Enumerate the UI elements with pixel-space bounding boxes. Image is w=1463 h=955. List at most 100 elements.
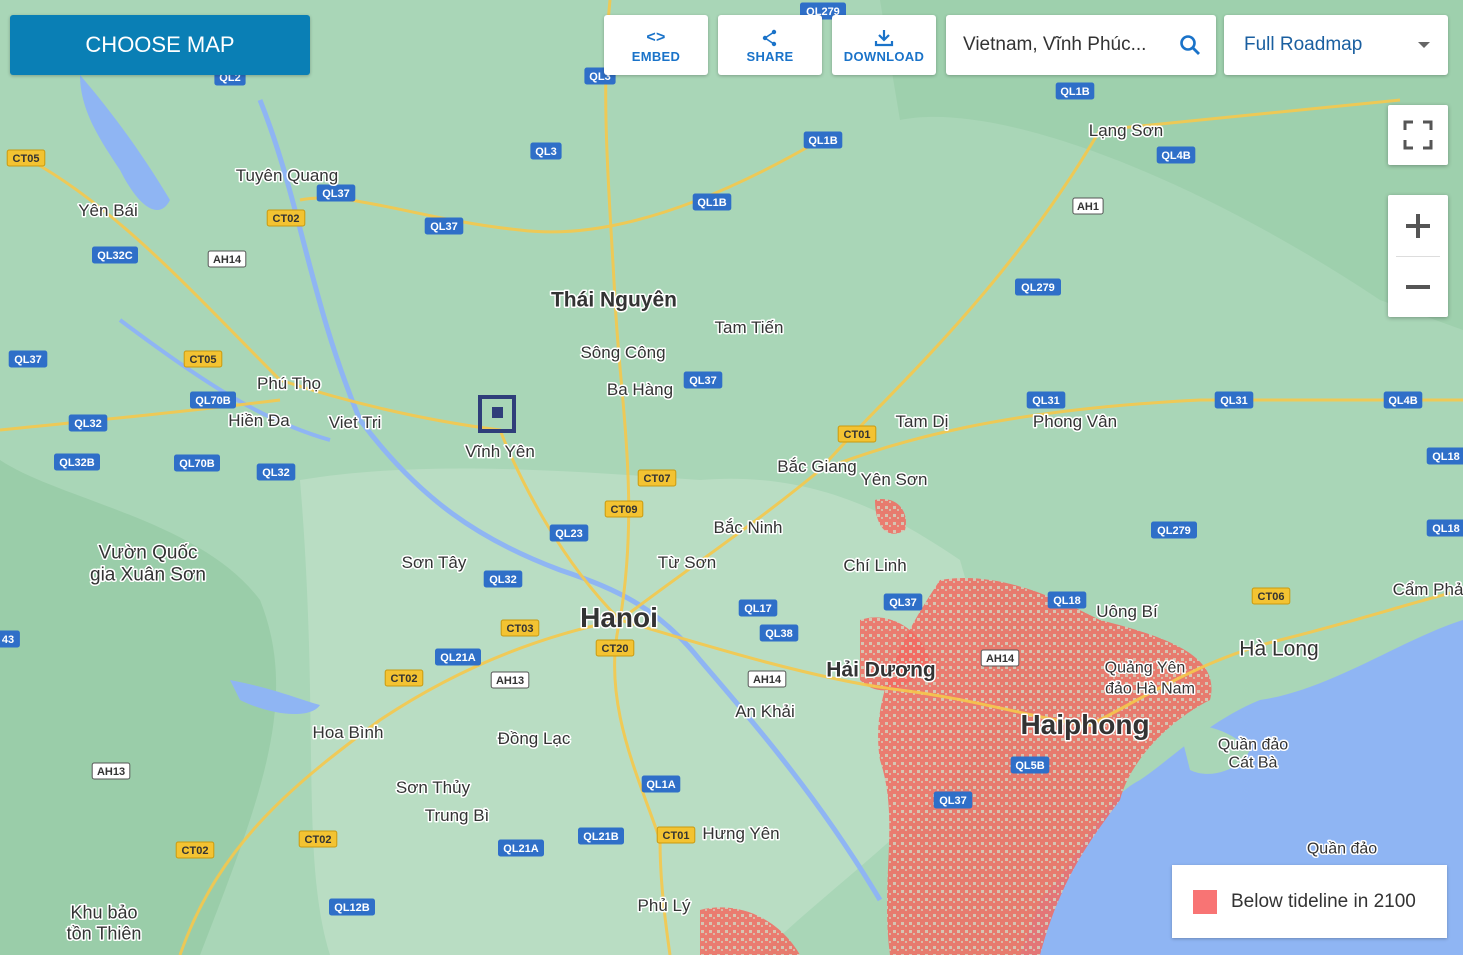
road-shield-label: AH14 bbox=[213, 254, 242, 266]
choose-map-button[interactable]: CHOOSE MAP bbox=[10, 15, 310, 75]
place-label: Khu bảo bbox=[70, 902, 137, 922]
road-shield: QL37 bbox=[8, 350, 48, 368]
place-label: Hải Dương bbox=[826, 658, 935, 681]
road-shield: AH14 bbox=[747, 670, 787, 688]
download-label: DOWNLOAD bbox=[843, 48, 925, 64]
road-shield-label: QL37 bbox=[939, 795, 967, 807]
road-shield-label: CT05 bbox=[190, 354, 217, 366]
search-box bbox=[946, 15, 1216, 75]
road-shield: QL21A bbox=[435, 648, 481, 666]
road-shield: QL18 bbox=[1426, 447, 1463, 465]
road-shield: QL1B bbox=[1055, 82, 1095, 100]
road-shield: QL21B bbox=[578, 827, 624, 845]
road-shield-label: QL37 bbox=[322, 188, 350, 200]
road-shield: QL37 bbox=[683, 371, 723, 389]
road-shield: AH13 bbox=[91, 762, 131, 780]
place-label: Từ Sơn bbox=[658, 553, 716, 572]
road-shield: CT01 bbox=[837, 425, 877, 443]
road-shield-label: QL1B bbox=[808, 135, 837, 147]
place-label: Quảng Yên bbox=[1105, 660, 1186, 677]
road-shield-label: QL37 bbox=[889, 597, 917, 609]
road-shield: AH14 bbox=[207, 250, 247, 268]
place-label: Tam Dị bbox=[896, 412, 949, 431]
road-shield-label: AH13 bbox=[496, 675, 524, 687]
place-label: Hanoi bbox=[580, 602, 658, 633]
road-shield-label: QL32B bbox=[59, 457, 95, 469]
fullscreen-icon bbox=[1403, 120, 1433, 150]
place-label: Tam Tiến bbox=[715, 318, 784, 337]
place-label: Trung Bì bbox=[425, 806, 490, 825]
place-label: An Khải bbox=[735, 702, 795, 721]
search-input[interactable] bbox=[963, 34, 1163, 56]
road-shield-label: QL1A bbox=[646, 779, 675, 791]
road-shield-label: QL1B bbox=[697, 197, 726, 209]
search-icon[interactable] bbox=[1178, 33, 1202, 57]
road-shield: QL31 bbox=[1026, 391, 1066, 409]
road-shield-label: QL3 bbox=[535, 146, 556, 158]
place-label: đảo Hà Nam bbox=[1105, 681, 1195, 698]
road-shield: QL18 bbox=[1047, 591, 1087, 609]
road-shield-label: CT07 bbox=[644, 473, 671, 485]
road-shield-label: QL21B bbox=[583, 831, 619, 843]
road-shield: QL70B bbox=[174, 454, 220, 472]
road-shield-label: QL5B bbox=[1015, 760, 1044, 772]
road-shield-label: AH13 bbox=[97, 766, 125, 778]
place-label: gia Xuân Sơn bbox=[90, 565, 206, 586]
place-label: Yên Bái bbox=[78, 201, 138, 220]
road-shield-label: QL17 bbox=[744, 603, 772, 615]
road-shield: QL32 bbox=[68, 414, 108, 432]
road-shield-label: CT01 bbox=[844, 429, 871, 441]
place-label: Yên Sơn bbox=[861, 470, 928, 489]
plus-icon bbox=[1406, 213, 1430, 238]
place-label: Sơn Tây bbox=[402, 553, 467, 572]
share-button[interactable]: SHARE bbox=[718, 15, 822, 75]
road-shield: CT20 bbox=[595, 639, 635, 657]
place-label: Quần đảo bbox=[1307, 841, 1377, 858]
place-label: Hưng Yên bbox=[702, 824, 779, 843]
road-shield: CT05 bbox=[6, 149, 46, 167]
place-label: Sông Công bbox=[580, 343, 665, 362]
map-legend: Below tideline in 2100 bbox=[1172, 865, 1447, 938]
road-shield-label: QL18 bbox=[1053, 595, 1081, 607]
road-shield-label: AH1 bbox=[1077, 201, 1099, 213]
download-icon bbox=[874, 27, 894, 49]
place-label: Hoa Bình bbox=[313, 723, 384, 742]
place-label: tồn Thiên bbox=[67, 923, 142, 943]
place-label: Vĩnh Yên bbox=[465, 442, 535, 461]
road-shield: CT05 bbox=[183, 350, 223, 368]
chevron-down-icon bbox=[1418, 42, 1430, 48]
road-shield-label: CT06 bbox=[1258, 591, 1285, 603]
embed-button[interactable]: <> EMBED bbox=[604, 15, 708, 75]
road-shield-label: QL32 bbox=[262, 467, 290, 479]
place-label: Sơn Thủy bbox=[396, 778, 471, 797]
road-shield: QL12B bbox=[329, 898, 375, 916]
zoom-out-button[interactable] bbox=[1388, 257, 1448, 317]
road-shield: QL37 bbox=[933, 791, 973, 809]
road-shield-label: CT05 bbox=[13, 153, 40, 165]
place-label: Phong Vân bbox=[1033, 412, 1117, 431]
road-shield-label: CT02 bbox=[305, 834, 332, 846]
map-type-select[interactable]: Full Roadmap bbox=[1224, 15, 1448, 75]
road-shield: CT06 bbox=[1251, 587, 1291, 605]
share-label: SHARE bbox=[746, 48, 794, 64]
road-shield: CT02 bbox=[175, 841, 215, 859]
road-shield: QL32C bbox=[92, 246, 138, 264]
place-label: Cẩm Phả bbox=[1393, 580, 1463, 599]
road-shield-label: QL279 bbox=[1021, 282, 1055, 294]
road-shield-label: CT02 bbox=[182, 845, 209, 857]
map-type-value: Full Roadmap bbox=[1244, 34, 1363, 55]
road-shield: QL37 bbox=[883, 593, 923, 611]
place-label: Bắc Ninh bbox=[714, 518, 783, 537]
road-shield: QL17 bbox=[738, 599, 778, 617]
legend-swatch bbox=[1193, 889, 1217, 914]
road-shield: AH14 bbox=[980, 649, 1020, 667]
road-shield: CT03 bbox=[500, 619, 540, 637]
place-label: Chí Linh bbox=[843, 556, 906, 575]
download-button[interactable]: DOWNLOAD bbox=[832, 15, 936, 75]
road-shield: QL4B bbox=[1383, 391, 1423, 409]
map-canvas[interactable]: QL279QL2 QL3QL1BCT05QL3QL1BQL4BQL37CT02QL… bbox=[0, 0, 1463, 955]
fullscreen-button[interactable] bbox=[1388, 105, 1448, 165]
place-label: Lạng Sơn bbox=[1089, 121, 1163, 140]
road-shield-label: CT03 bbox=[507, 623, 534, 635]
zoom-in-button[interactable] bbox=[1388, 196, 1448, 256]
